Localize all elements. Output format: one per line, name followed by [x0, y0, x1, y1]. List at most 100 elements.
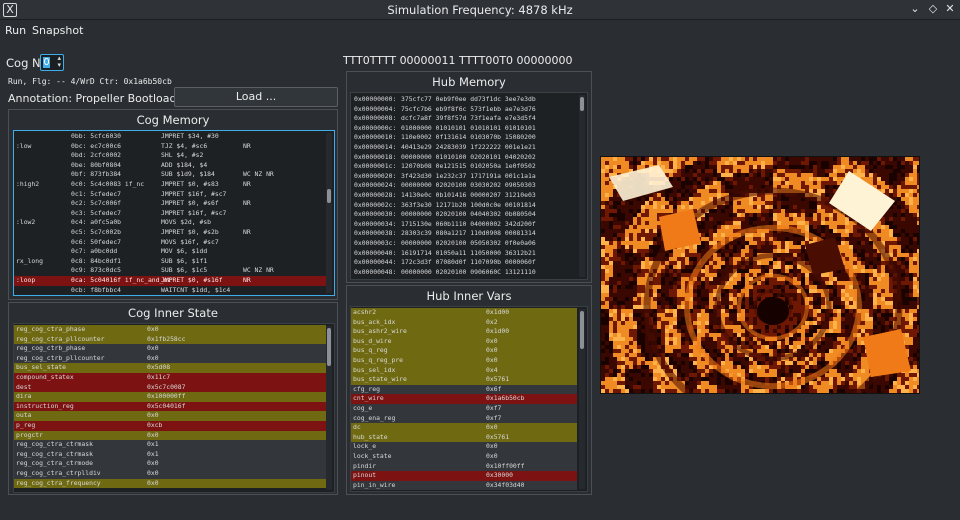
hub-memory-row[interactable]: 0x00000008: dcfc7a8f 39f8f57d 73f1eafa e7…	[351, 114, 579, 124]
variable-row[interactable]: dest 0x5c7c0087	[14, 382, 326, 393]
variable-row[interactable]: reg_cog_ctrb_phase 0x0	[14, 344, 326, 354]
variable-row[interactable]: reg_cog_ctra_frequency 0x0	[14, 478, 326, 489]
cog-memory-row[interactable]: :low 0bc: ec7c00c6 TJZ $4, #sc6 NR	[14, 142, 326, 152]
scrollbar-thumb[interactable]	[580, 311, 584, 349]
cog-memory-row[interactable]: :low2 0c4: a0fc5a0b MOVS $2d, #sb	[14, 218, 326, 228]
hub-memory-row[interactable]: 0x00000038: 28303c39 080a1217 110d0908 00…	[351, 229, 579, 239]
cog-memory-list[interactable]: 0bb: 5cfc6030 JMPRET $34, #30:low 0bc: ec7…	[13, 130, 335, 296]
variable-row[interactable]: bus_ack_idx 0x2	[351, 317, 577, 328]
variable-name: reg_cog_ctra_frequency	[16, 478, 101, 487]
hub-memory-row[interactable]: 0x00000004: 75cfc7b6 eb9f8f6c 573f1ebb ae…	[351, 105, 579, 115]
variable-row[interactable]: dc 0x0	[351, 423, 577, 433]
variable-row[interactable]: lock_e 0x0	[351, 442, 577, 452]
cog-memory-row[interactable]: 0c7: a0bc0dd MOV $6, $1dd	[14, 247, 326, 257]
hub-memory-row[interactable]: 0x0000001c: 12070b08 0e121515 0102050a 1e…	[351, 162, 579, 172]
variable-row[interactable]: reg_cog_ctra_ctrplldiv 0x0	[14, 469, 326, 479]
scrollbar-thumb[interactable]	[580, 97, 584, 111]
variable-row[interactable]: reg_cog_ctrb_pllcounter 0x0	[14, 353, 326, 364]
variable-row[interactable]: cnt_wire 0x1a6b50cb	[351, 394, 577, 404]
variable-row[interactable]: compound_statex 0x11c7	[14, 373, 326, 383]
hub-memory-row[interactable]: 0x0000003c: 00000000 02020100 05050302 0f…	[351, 239, 579, 249]
cog-memory-row[interactable]: 0c5: 5c7c002b JMPRET $0, #s2b NR	[14, 228, 326, 238]
hub-memory-row[interactable]: 0x00000010: 110e0002 0f131614 0103070b 15…	[351, 133, 579, 143]
hub-inner-vars-list[interactable]: acshr2 0x1d00 bus_ack_idx 0x2 bus_ashr2_wire…	[350, 306, 588, 492]
memory-address: 0x00000038:	[354, 229, 397, 238]
hub-memory-row[interactable]: 0x00000014: 40413e29 24283039 1f222222 00…	[351, 143, 579, 153]
hub-memory-row[interactable]: 0x00000044: 172c3d3f 07080d0f 1107090b 00…	[351, 258, 579, 268]
cog-memory-row[interactable]: :loop 0ca: 5c04016f if_nc_and_nz JMPRET $0…	[14, 276, 326, 286]
scrollbar-thumb[interactable]	[327, 328, 331, 366]
variable-row[interactable]: pinout 0x30000	[351, 471, 577, 481]
cog-memory-row[interactable]: 0bf: 873fb384 SUB $1d9, $184 WC NZ NR	[14, 170, 326, 180]
close-icon[interactable]: ✕	[943, 2, 957, 16]
vertical-scrollbar[interactable]	[326, 133, 332, 293]
variable-row[interactable]: progctr 0x0	[14, 430, 326, 441]
load-button[interactable]: Load ...	[174, 87, 338, 107]
hub-memory-row[interactable]: 0x00000034: 1715130e 060b1110 04000002 34…	[351, 220, 579, 230]
variable-row[interactable]: lock_state 0x0	[351, 452, 577, 462]
hub-memory-row[interactable]: 0x00000020: 3f423d30 1e232c37 1717191a 00…	[351, 172, 579, 182]
spin-arrows-icon[interactable]: ▴ ▾	[57, 55, 61, 69]
cog-memory-row[interactable]: :high2 0c0: 5c4c0083 if_nc JMPRET $0, #s83…	[14, 180, 326, 190]
hub-memory-row[interactable]: 0x00000040: 16191714 01050a11 11050000 36…	[351, 249, 579, 259]
cog-memory-row[interactable]: 0bb: 5cfc6030 JMPRET $34, #30	[14, 132, 326, 142]
hub-memory-row[interactable]: 0x00000048: 00000000 02020100 0906060C 13…	[351, 268, 579, 278]
cog-status: Run, Flg: -- 4/WrD Ctr: 0x1a6b50cb	[8, 77, 172, 86]
row-address: 0c5: 5c7c002b	[71, 228, 122, 236]
cog-memory-row[interactable]: 0c9: 873c0dc5 SUB $6, $1c5 WC NZ NR	[14, 266, 326, 276]
variable-row[interactable]: bus_ashr2_wire 0x1d00	[351, 327, 577, 337]
hub-memory-row[interactable]: 0x00000030: 00000000 02020100 04040302 0b…	[351, 210, 579, 220]
cog-memory-row[interactable]: 0c3: 5cfedec7 JMPRET $16f, #sc7	[14, 209, 326, 219]
vertical-scrollbar[interactable]	[579, 309, 585, 489]
cog-memory-row[interactable]: 0bd: 2cfc0002 SHL $4, #s2	[14, 151, 326, 161]
variable-row[interactable]: reg_cog_ctra_phase 0x0	[14, 325, 326, 335]
variable-row[interactable]: p_reg 0xcb	[14, 421, 326, 431]
menu-snapshot[interactable]: Snapshot	[32, 24, 83, 37]
hub-memory-row[interactable]: 0x00000000: 375cfc77 0eb9f0ee dd73f1dc 3e…	[351, 95, 579, 105]
variable-row[interactable]: dira 0x100000ff	[14, 392, 326, 402]
cog-memory-row[interactable]: 0c6: 50fedec7 MOVS $16f, #sc7	[14, 238, 326, 248]
variable-row[interactable]: outa 0x0	[14, 411, 326, 421]
variable-row[interactable]: bus_state_wire 0x5761	[351, 375, 577, 385]
row-instruction: SUB $1d9, $184	[161, 170, 215, 179]
vertical-scrollbar[interactable]	[579, 95, 585, 277]
hub-memory-row[interactable]: 0x00000024: 00000000 02020100 03030202 09…	[351, 181, 579, 191]
hub-memory-row[interactable]: 0x00000018: 00000000 01010100 02020101 04…	[351, 153, 579, 163]
hub-memory-list[interactable]: 0x00000000: 375cfc77 0eb9f0ee dd73f1dc 3e…	[350, 92, 588, 280]
memory-address: 0x00000008:	[354, 114, 397, 123]
hub-memory-row[interactable]: 0x00000028: 14130e0c 0b101416 00000207 31…	[351, 191, 579, 201]
variable-row[interactable]: reg_cog_ctra_ctrmask 0x1	[14, 440, 326, 450]
vertical-scrollbar[interactable]	[326, 326, 332, 490]
variable-row[interactable]: acshr2 0x1d00	[351, 308, 577, 318]
cog-memory-row[interactable]: 0c1: 5cfedec7 JMPRET $16f, #sc7	[14, 190, 326, 200]
menu-run[interactable]: Run	[5, 24, 26, 37]
variable-row[interactable]: bus_q_reg 0x0	[351, 346, 577, 356]
minimize-icon[interactable]: ⌄	[908, 2, 922, 16]
cog-memory-row[interactable]: 0c2: 5c7c006f JMPRET $0, #s6f NR	[14, 199, 326, 209]
memory-address: 0x00000028:	[354, 191, 397, 199]
cog-memory-row[interactable]: rx_long 0c8: 84bc0df1 SUB $6, $1f1	[14, 257, 326, 267]
cog-memory-row[interactable]: 0cb: f8bfbbc4 WAITCNT $1dd, $1c4	[14, 286, 326, 295]
hub-memory-row[interactable]: 0x0000002c: 363f3e30 12171b20 100d0c0e 00…	[351, 201, 579, 211]
variable-row[interactable]: pin_in_wire 0x34f03d40	[351, 480, 577, 491]
variable-row[interactable]: cog_ena_reg 0xf7	[351, 413, 577, 424]
variable-row[interactable]: instruction_reg 0x5c04016f	[14, 401, 326, 412]
variable-row[interactable]: cfg_reg 0x6f	[351, 384, 577, 395]
variable-row[interactable]: reg_cog_ctra_pllcounter 0x1fb258cc	[14, 334, 326, 345]
cog-no-spinbox[interactable]: 0 ▴ ▾	[40, 54, 64, 71]
hub-memory-row[interactable]: 0x0000000c: 01000000 01010101 01010101 01…	[351, 124, 579, 134]
variable-row[interactable]: reg_cog_ctra_ctrmask 0x1	[14, 449, 326, 460]
variable-row[interactable]: hub_state 0x5761	[351, 432, 577, 443]
cog-inner-state-list[interactable]: reg_cog_ctra_phase 0x0 reg_cog_ctra_pllcou…	[13, 323, 335, 493]
variable-row[interactable]: bus_q_reg_pre 0x0	[351, 356, 577, 366]
variable-row[interactable]: bus_sel_state 0x5d08	[14, 363, 326, 373]
variable-row[interactable]: reg_cog_ctra_ctrmode 0x0	[14, 459, 326, 469]
cog-memory-row[interactable]: 0be: 80bf0804 ADD $184, $4	[14, 161, 326, 171]
variable-row[interactable]: bus_sel_idx 0x4	[351, 365, 577, 376]
variable-row[interactable]: cog_e 0xf7	[351, 404, 577, 414]
variable-row[interactable]: pindir 0x10ff00ff	[351, 461, 577, 472]
restore-icon[interactable]: ◇	[926, 2, 940, 16]
scrollbar-thumb[interactable]	[327, 189, 331, 203]
row-address: 0bd: 2cfc0002	[71, 151, 122, 160]
variable-row[interactable]: bus_d_wire 0x0	[351, 336, 577, 347]
